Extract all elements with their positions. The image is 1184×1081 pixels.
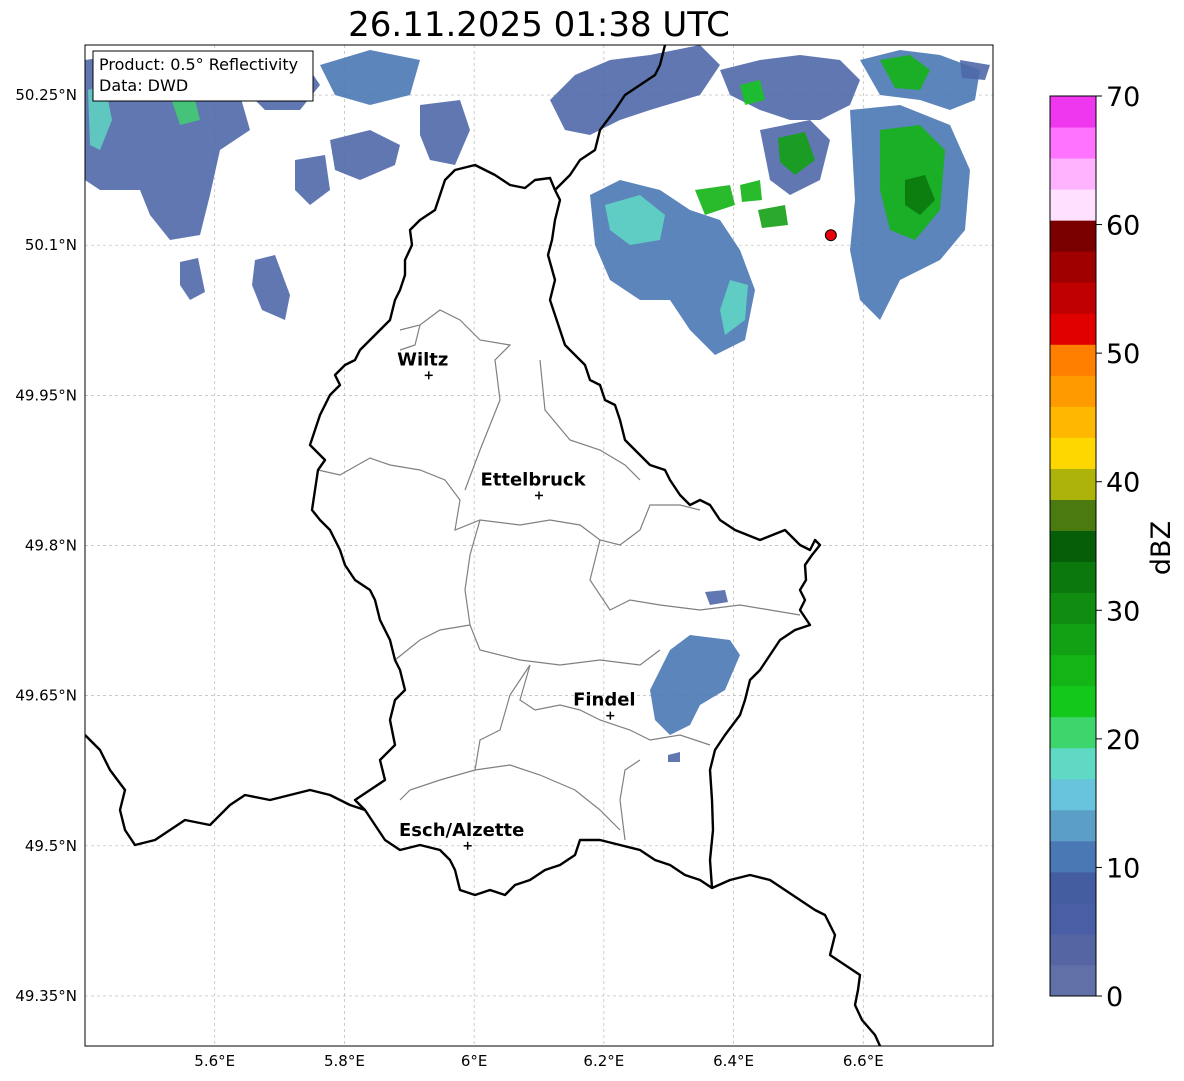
echo-se-1 bbox=[650, 635, 740, 735]
colorbar bbox=[1049, 95, 1097, 997]
colorbar-segment bbox=[1050, 127, 1096, 159]
echo-nw-6 bbox=[295, 155, 330, 205]
echo-nw-3 bbox=[320, 50, 420, 105]
colorbar-segment bbox=[1050, 282, 1096, 314]
lat-tick-label: 50.25°N bbox=[15, 86, 77, 104]
colorbar-tick-label: 30 bbox=[1106, 596, 1140, 627]
colorbar-segment bbox=[1050, 840, 1096, 873]
radar-site-marker bbox=[824, 229, 837, 242]
colorbar-tick-label: 10 bbox=[1106, 853, 1140, 884]
colorbar-tick-label: 50 bbox=[1106, 339, 1140, 370]
colorbar-segment bbox=[1050, 933, 1096, 966]
info-source: Data: DWD bbox=[99, 76, 188, 95]
colorbar-segment bbox=[1050, 561, 1096, 594]
colorbar-segment bbox=[1050, 778, 1096, 811]
echo-ne-9 bbox=[758, 205, 788, 228]
colorbar-ticks: 0 10 20 30 40 50 60 70 bbox=[1096, 82, 1140, 1013]
colorbar-segment bbox=[1050, 499, 1096, 531]
echo-nw-5 bbox=[420, 100, 470, 165]
colorbar-tick-label: 40 bbox=[1106, 468, 1140, 499]
colorbar-segment bbox=[1050, 654, 1096, 687]
lat-tick-label: 49.95°N bbox=[15, 386, 77, 404]
colorbar-segment bbox=[1050, 189, 1096, 221]
colorbar-segment bbox=[1050, 468, 1096, 500]
city-label: Wiltz bbox=[397, 349, 448, 370]
lat-tick-label: 50.1°N bbox=[25, 236, 77, 254]
lat-tick-label: 49.35°N bbox=[15, 987, 77, 1005]
colorbar-segment bbox=[1050, 158, 1096, 190]
colorbar-segment bbox=[1050, 406, 1096, 438]
city-label: Esch/Alzette bbox=[399, 820, 524, 841]
colorbar-segment bbox=[1050, 623, 1096, 656]
echo-se-3 bbox=[668, 752, 680, 762]
radar-map: WiltzEttelbruckFindelEsch/Alzette 5.6°E 5… bbox=[15, 44, 1177, 1070]
colorbar-segment bbox=[1050, 344, 1096, 376]
colorbar-tick-label: 0 bbox=[1106, 982, 1123, 1013]
latitude-ticks: 50.25°N 50.1°N 49.95°N 49.8°N 49.65°N 49.5°N 4… bbox=[15, 86, 77, 1005]
colorbar-segment bbox=[1050, 809, 1096, 842]
lon-tick-label: 5.8°E bbox=[324, 1052, 365, 1070]
lon-tick-label: 6.4°E bbox=[713, 1052, 754, 1070]
colorbar-segment bbox=[1050, 313, 1096, 345]
echo-nw-4 bbox=[330, 130, 400, 180]
echo-ne-8 bbox=[740, 180, 762, 202]
lon-tick-label: 5.6°E bbox=[194, 1052, 235, 1070]
lat-tick-label: 49.5°N bbox=[25, 837, 77, 855]
city-wiltz: Wiltz bbox=[397, 349, 448, 380]
colorbar-label: dBZ bbox=[1146, 521, 1177, 575]
colorbar-segment bbox=[1050, 96, 1096, 128]
radar-echoes bbox=[85, 45, 990, 762]
city-findel: Findel bbox=[573, 690, 636, 720]
colorbar-segment bbox=[1050, 747, 1096, 780]
colorbar-segment bbox=[1050, 220, 1096, 252]
info-product: Product: 0.5° Reflectivity bbox=[99, 55, 298, 74]
echo-ne-10 bbox=[960, 60, 990, 80]
colorbar-segment bbox=[1050, 251, 1096, 283]
echo-nw-8 bbox=[180, 258, 205, 300]
lon-tick-label: 6°E bbox=[461, 1052, 488, 1070]
colorbar-segment bbox=[1050, 871, 1096, 904]
lon-tick-label: 6.6°E bbox=[843, 1052, 884, 1070]
city-label: Ettelbruck bbox=[480, 469, 586, 490]
colorbar-tick-label: 20 bbox=[1106, 725, 1140, 756]
colorbar-segment bbox=[1050, 437, 1096, 469]
city-markers: Wiltz Ettelbruck Findel Esch/Alzette bbox=[397, 349, 636, 850]
colorbar-tick-label: 60 bbox=[1106, 211, 1140, 242]
lat-tick-label: 49.8°N bbox=[25, 537, 77, 555]
city-label: Findel bbox=[573, 690, 636, 711]
echo-ne-1 bbox=[550, 45, 720, 135]
colorbar-tick-label: 70 bbox=[1106, 82, 1140, 113]
echo-se-2 bbox=[705, 590, 728, 605]
longitude-ticks: 5.6°E 5.8°E 6°E 6.2°E 6.4°E 6.6°E bbox=[194, 1052, 883, 1070]
colorbar-segment bbox=[1050, 902, 1096, 935]
echo-ne-7 bbox=[695, 185, 735, 215]
info-box: Product: 0.5° Reflectivity Data: DWD bbox=[92, 50, 314, 102]
canton-borders bbox=[317, 309, 801, 841]
colorbar-segment bbox=[1050, 685, 1096, 718]
colorbar-segment bbox=[1050, 530, 1096, 563]
echo-nw-7 bbox=[252, 255, 290, 320]
colorbar-segment bbox=[1050, 375, 1096, 407]
colorbar-segment bbox=[1050, 964, 1096, 997]
colorbar-segment bbox=[1050, 592, 1096, 625]
city-ettelbruck: Ettelbruck bbox=[480, 469, 587, 500]
lon-tick-label: 6.2°E bbox=[583, 1052, 624, 1070]
lat-tick-label: 49.65°N bbox=[15, 687, 77, 705]
colorbar-segment bbox=[1050, 716, 1096, 749]
